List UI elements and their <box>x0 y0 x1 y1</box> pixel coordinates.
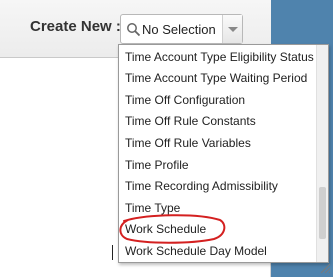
create-new-label: Create New : <box>30 18 121 35</box>
create-new-select[interactable]: No Selection <box>120 14 243 44</box>
dropdown-item[interactable]: Time Account Type Eligibility Status <box>125 47 314 67</box>
dropdown-scrollbar[interactable] <box>316 45 328 262</box>
dropdown-item[interactable]: Time Off Configuration <box>125 90 245 110</box>
dropdown-toggle[interactable] <box>222 15 242 43</box>
dropdown-item[interactable]: Time Account Type Waiting Period <box>125 68 307 88</box>
resize-grip-icon[interactable] <box>319 262 331 274</box>
dropdown-item[interactable]: Time Off Rule Constants <box>125 111 256 131</box>
dropdown-item[interactable]: Time Profile <box>125 155 189 175</box>
search-icon <box>127 23 141 37</box>
select-value: No Selection <box>142 22 216 37</box>
text-cursor <box>112 245 113 260</box>
highlight-ellipse <box>119 214 226 244</box>
dropdown-item[interactable]: Time Recording Admissibility <box>125 176 278 196</box>
dropdown-item[interactable]: Time Off Rule Variables <box>125 133 251 153</box>
scrollbar-thumb[interactable] <box>319 187 326 239</box>
chevron-down-icon <box>228 27 238 32</box>
